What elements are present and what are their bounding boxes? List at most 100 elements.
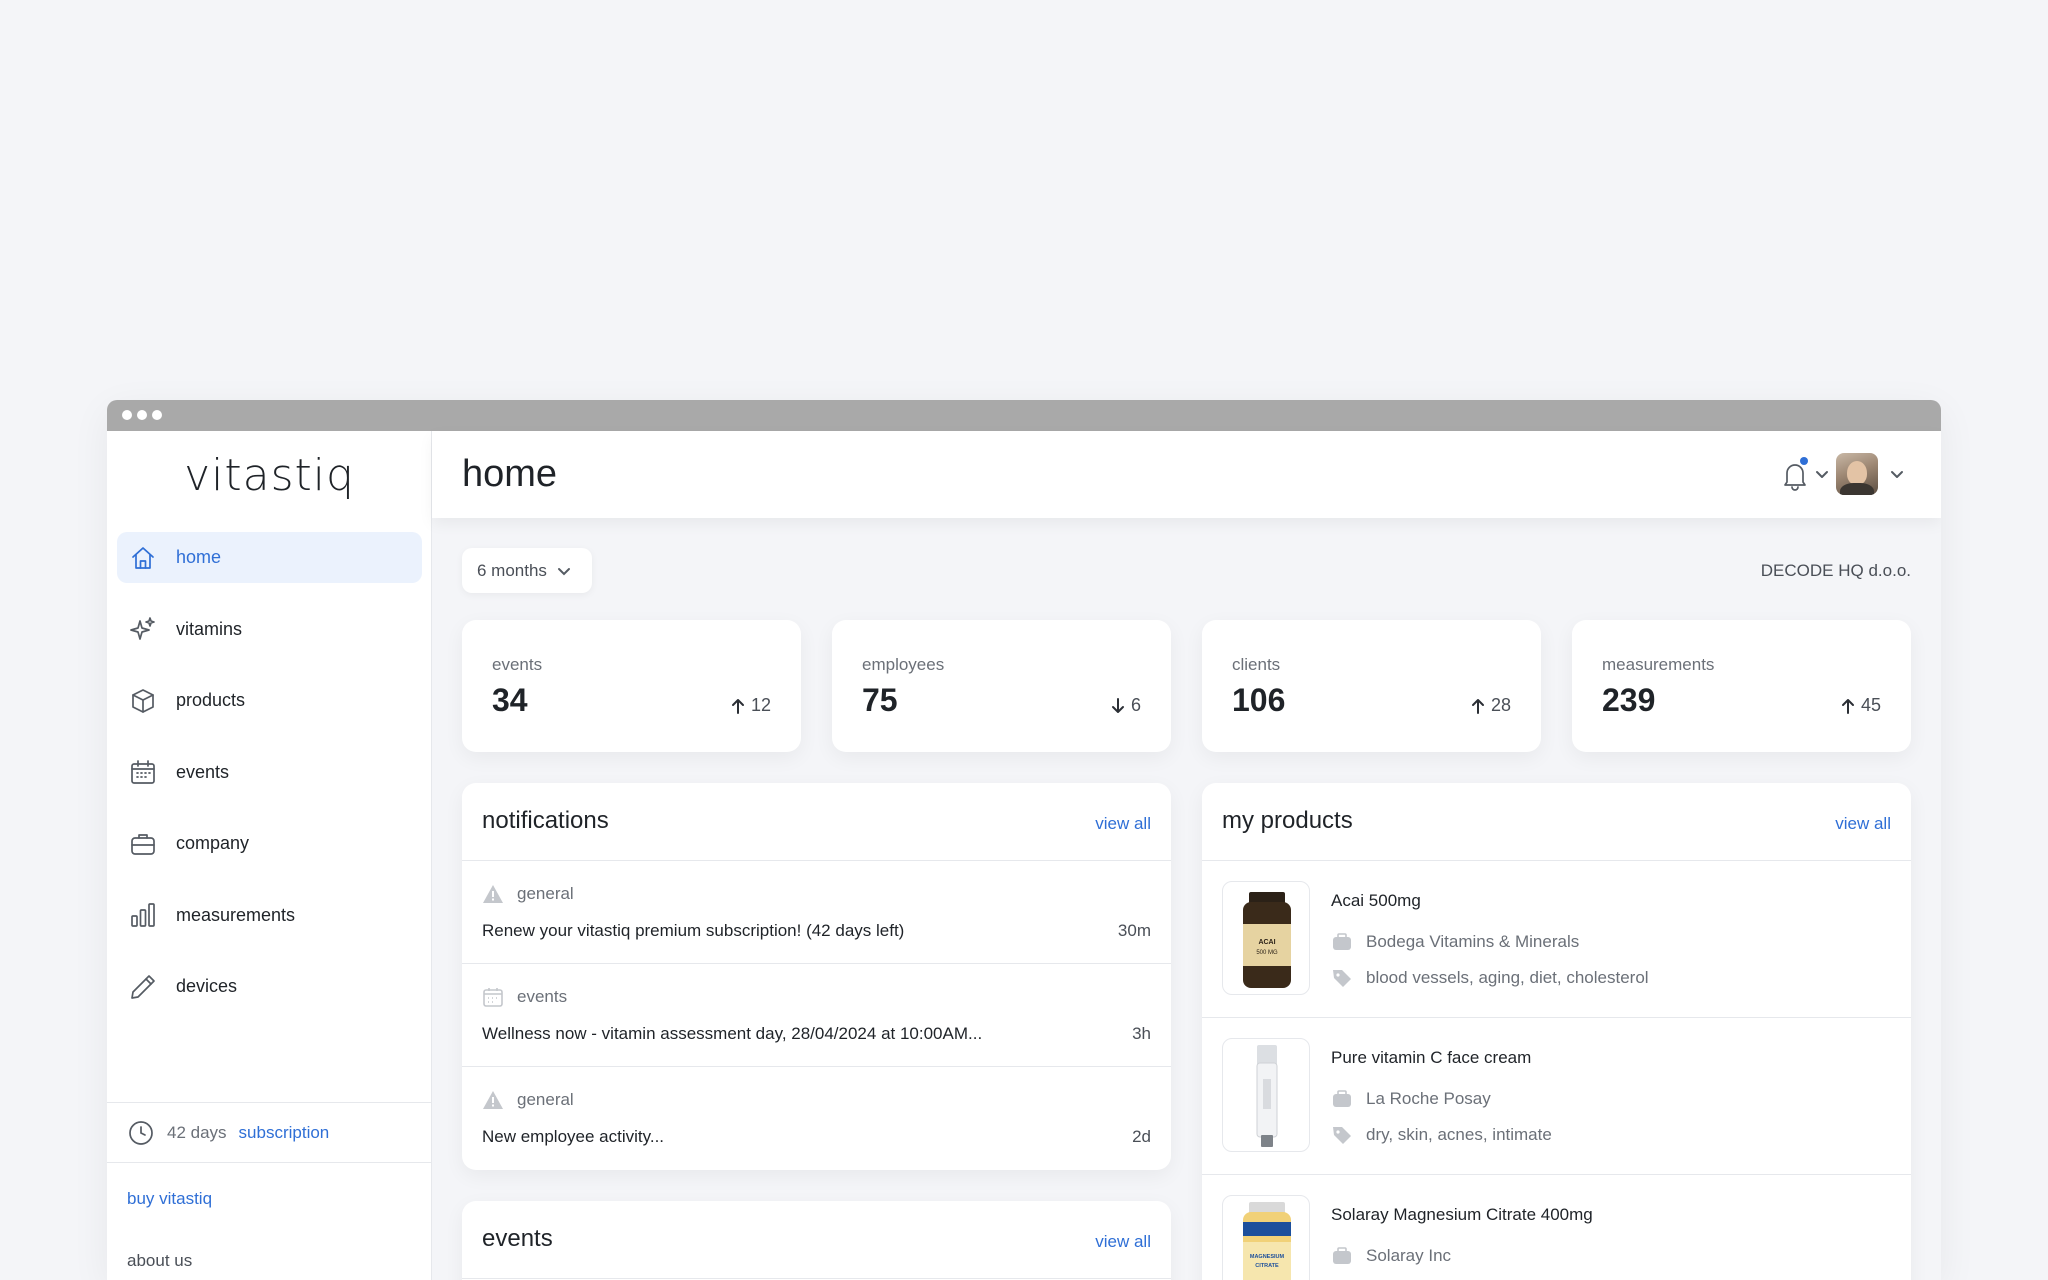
product-name: Solaray Magnesium Citrate 400mg — [1331, 1205, 1593, 1224]
sidebar-item-vitamins[interactable]: vitamins — [117, 604, 422, 655]
pencil-icon — [129, 973, 157, 1001]
product-brand-label: Solaray Inc — [1366, 1246, 1452, 1265]
notification-category: general — [482, 883, 574, 905]
product-brand-label: La Roche Posay — [1366, 1089, 1491, 1108]
notification-category: events — [482, 986, 567, 1008]
stat-card-measurements[interactable]: measurements 239 45 — [1572, 620, 1911, 752]
stat-delta-value: 45 — [1860, 695, 1881, 715]
notification-text: Wellness now - vitamin assessment day, 2… — [482, 1024, 983, 1043]
window-dot[interactable] — [152, 410, 162, 420]
stat-card-clients[interactable]: clients 106 28 — [1202, 620, 1541, 752]
tag-icon — [1333, 970, 1351, 987]
notification-item[interactable]: general Renew your vitastiq premium subs… — [462, 861, 1171, 964]
product-image — [1222, 1038, 1310, 1152]
sidebar-item-products[interactable]: products — [117, 675, 422, 726]
home-icon — [129, 544, 157, 572]
my-products-card: my products view all ACAI 500 MG Acai 50… — [1202, 783, 1911, 1280]
calendar-icon — [483, 988, 503, 1007]
subscription-link[interactable]: subscription — [239, 1123, 330, 1143]
notification-item[interactable]: events Wellness now - vitamin assessment… — [462, 964, 1171, 1067]
notification-item[interactable]: general New employee activity... 2d — [462, 1067, 1171, 1170]
notification-text: New employee activity... — [482, 1127, 665, 1146]
product-brand: La Roche Posay — [1331, 1088, 1491, 1110]
view-all-products-link[interactable]: view all — [1835, 814, 1891, 834]
svg-text:ACAI: ACAI — [1258, 939, 1275, 946]
notifications-card: notifications view all general Renew you… — [462, 783, 1171, 1170]
sidebar-item-company[interactable]: company — [117, 818, 422, 869]
product-tags-label: dry, skin, acnes, intimate — [1366, 1125, 1552, 1144]
stat-value: 106 — [1232, 682, 1286, 718]
period-value: 6 months — [477, 560, 547, 580]
arrow-down-icon — [1111, 697, 1124, 713]
top-header: home — [432, 431, 1941, 518]
product-tags-label: blood vessels, aging, diet, cholesterol — [1366, 968, 1649, 987]
stat-card-employees[interactable]: employees 75 6 — [832, 620, 1171, 752]
sidebar-item-home[interactable]: home — [117, 532, 422, 583]
arrow-up-icon — [1841, 698, 1854, 714]
stat-label: measurements — [1602, 655, 1715, 674]
stat-label: clients — [1232, 655, 1281, 674]
sidebar: vitastiq home vitamins products events c… — [107, 431, 432, 1280]
sidebar-nav: home vitamins products events company me… — [117, 532, 422, 1033]
product-brand: Bodega Vitamins & Minerals — [1331, 931, 1579, 953]
stat-delta: 6 — [1111, 695, 1141, 716]
sidebar-item-devices[interactable]: devices — [117, 961, 422, 1012]
svg-text:MAGNESIUM: MAGNESIUM — [1250, 1254, 1285, 1260]
unread-indicator — [1800, 457, 1808, 465]
stat-card-events[interactable]: events 34 12 — [462, 620, 801, 752]
warning-icon — [483, 885, 503, 903]
stat-value: 75 — [862, 682, 898, 718]
sidebar-item-label: measurements — [176, 904, 296, 925]
sidebar-item-label: vitamins — [176, 618, 243, 639]
product-item[interactable]: MAGNESIUM CITRATE Solaray Magnesium Citr… — [1202, 1175, 1911, 1280]
card-title: my products — [1222, 807, 1353, 834]
avatar-face — [1847, 461, 1867, 485]
product-tags: dry, skin, acnes, intimate — [1331, 1124, 1552, 1146]
chevron-down-icon — [1891, 471, 1903, 478]
window-titlebar — [107, 400, 1941, 431]
notification-time: 30m — [1117, 921, 1151, 940]
window-dot[interactable] — [137, 410, 147, 420]
card-header: my products view all — [1202, 783, 1911, 861]
notification-category-label: general — [517, 1090, 574, 1109]
stat-delta: 28 — [1471, 695, 1511, 716]
svg-text:500 MG: 500 MG — [1256, 950, 1278, 956]
bar-chart-icon — [129, 901, 157, 929]
card-title: notifications — [482, 807, 609, 834]
sidebar-item-events[interactable]: events — [117, 747, 422, 798]
subscription-days: 42 days — [167, 1122, 227, 1142]
chevron-down-icon — [1816, 471, 1828, 478]
user-menu-dropdown[interactable] — [1890, 467, 1904, 481]
about-us-link[interactable]: about us — [127, 1251, 192, 1271]
window-dot[interactable] — [122, 410, 132, 420]
notifications-button[interactable] — [1781, 457, 1809, 491]
product-name: Pure vitamin C face cream — [1331, 1048, 1532, 1067]
arrow-up-icon — [1471, 698, 1484, 714]
view-all-events-link[interactable]: view all — [1095, 1232, 1151, 1252]
briefcase-icon — [1333, 1247, 1351, 1264]
briefcase-icon — [129, 830, 157, 858]
app-window: vitastiq home vitamins products events c… — [107, 400, 1941, 1280]
events-card: events view all — [462, 1201, 1171, 1280]
card-header: notifications view all — [462, 783, 1171, 861]
product-brand: Solaray Inc — [1331, 1245, 1451, 1267]
stat-delta-value: 12 — [750, 695, 771, 715]
notifications-dropdown[interactable] — [1815, 467, 1829, 481]
buy-vitastiq-link[interactable]: buy vitastiq — [127, 1189, 212, 1209]
sidebar-item-measurements[interactable]: measurements — [117, 890, 422, 941]
avatar-body — [1840, 483, 1874, 495]
company-name: DECODE HQ d.o.o. — [1760, 561, 1911, 580]
view-all-notifications-link[interactable]: view all — [1095, 814, 1151, 834]
user-avatar[interactable] — [1836, 453, 1878, 495]
product-item[interactable]: ACAI 500 MG Acai 500mg Bodega Vitamins &… — [1202, 861, 1911, 1018]
product-name: Acai 500mg — [1331, 891, 1421, 910]
stat-value: 239 — [1602, 682, 1656, 718]
app-logo[interactable]: vitastiq — [107, 450, 432, 501]
stat-delta-value: 6 — [1130, 695, 1141, 715]
product-item[interactable]: Pure vitamin C face cream La Roche Posay… — [1202, 1018, 1911, 1175]
window-controls[interactable] — [122, 410, 162, 420]
page-title: home — [462, 453, 558, 495]
notification-text: Renew your vitastiq premium subscription… — [482, 921, 905, 940]
stat-delta-value: 28 — [1490, 695, 1511, 715]
period-select[interactable]: 6 months — [462, 548, 592, 593]
